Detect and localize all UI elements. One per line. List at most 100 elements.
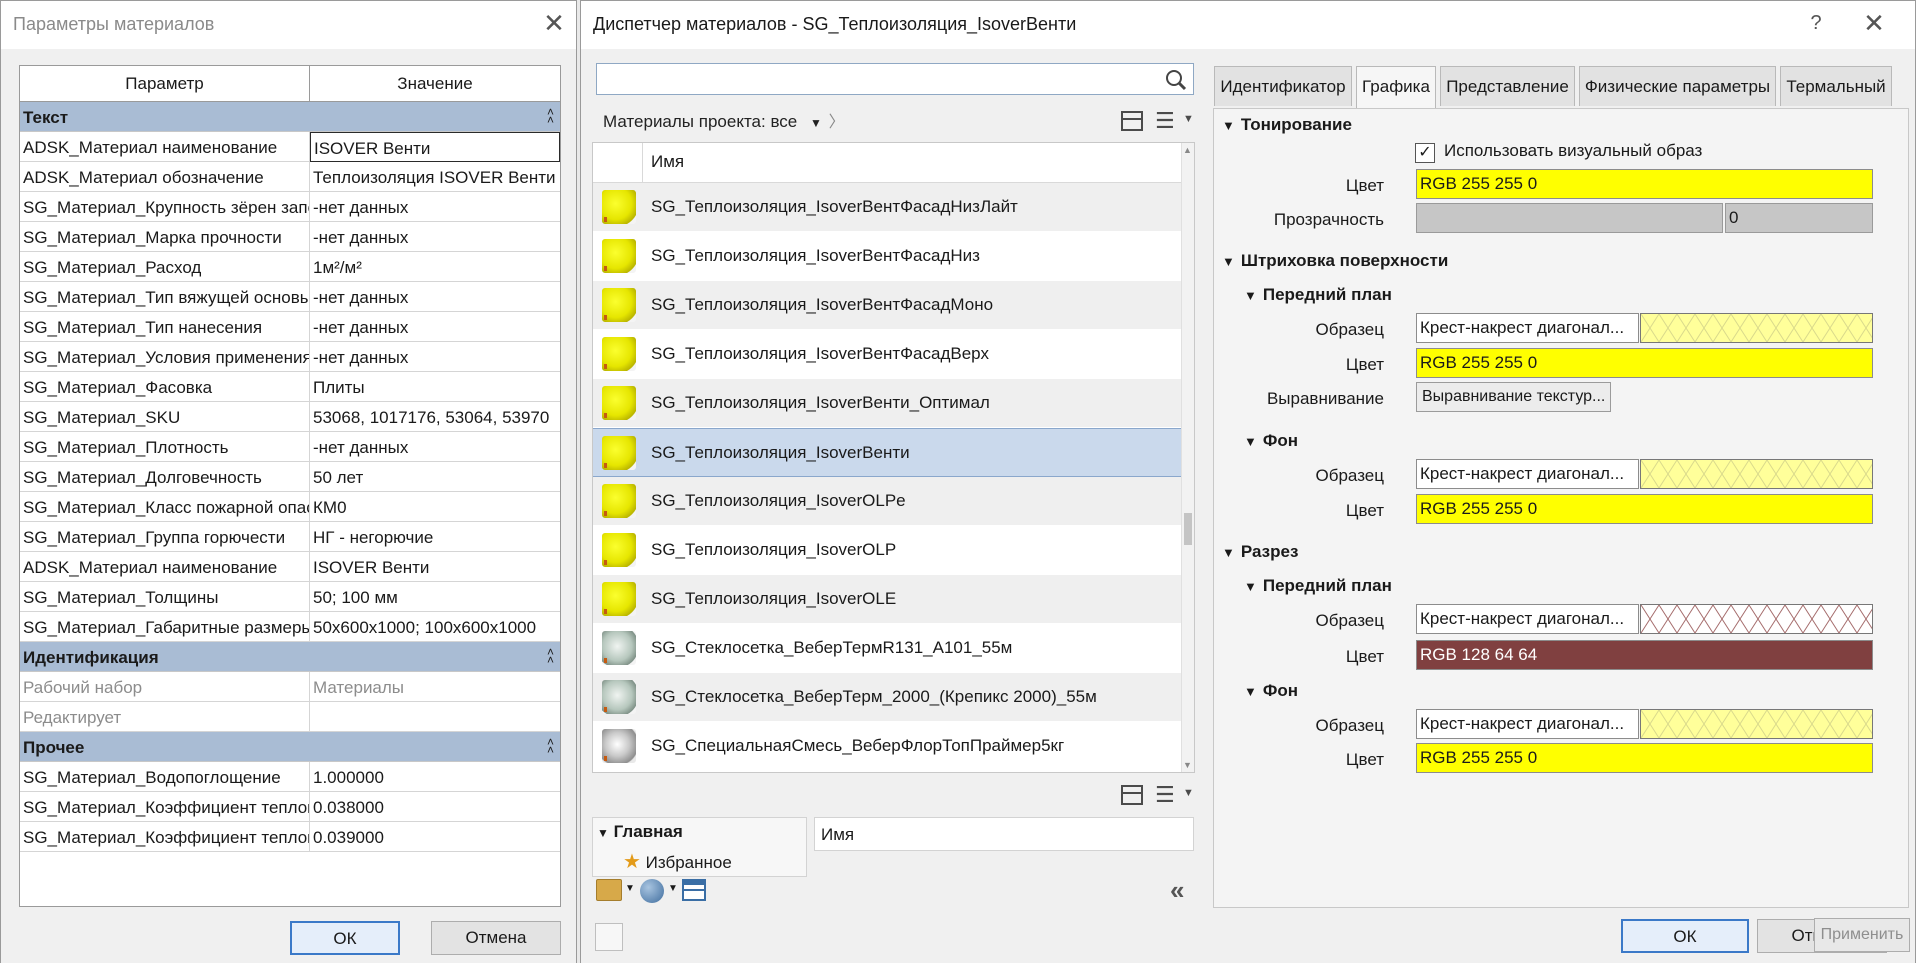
surface-fg-pattern-swatch[interactable] <box>1640 313 1873 343</box>
table-row[interactable]: SG_Материал_Фасовка Плиты <box>20 372 560 402</box>
surface-bg-color-field[interactable]: RGB 255 255 0 <box>1416 494 1873 524</box>
asset-browser-icon[interactable] <box>682 879 706 901</box>
table-row[interactable]: SG_Материал_Долговечность 50 лет <box>20 462 560 492</box>
parameter-value[interactable]: -нет данных <box>310 192 560 222</box>
open-library-icon[interactable] <box>596 879 622 901</box>
list-item[interactable]: SG_Теплоизоляция_IsoverOLPe <box>593 477 1194 526</box>
list-view-options[interactable]: ☰ ▼ <box>1121 109 1201 137</box>
tab-physical[interactable]: Физические параметры <box>1579 66 1776 106</box>
ok-button[interactable]: ОК <box>1621 919 1749 953</box>
use-render-appearance-checkbox[interactable]: ✓ <box>1415 143 1435 163</box>
list-item[interactable]: SG_Стеклосетка_ВеберТерм_2000_(Крепикс 2… <box>593 673 1194 722</box>
subsection-cut-foreground[interactable]: ▼ Передний план <box>1244 576 1392 596</box>
table-row[interactable]: SG_Материал_Толщины 50; 100 мм <box>20 582 560 612</box>
table-row[interactable]: SG_Материал_Класс пожарной опасностиКМ0 <box>20 492 560 522</box>
table-row[interactable]: SG_Материал_Тип нанесения -нет данных <box>20 312 560 342</box>
table-row[interactable]: ADSK_Материал наименование ISOVER Венти <box>20 552 560 582</box>
list-item[interactable]: SG_Теплоизоляция_IsoverВентФасадВерх <box>593 330 1194 379</box>
table-row[interactable]: SG_Материал_SKU 53068, 1017176, 53064, 53… <box>20 402 560 432</box>
project-materials-filter[interactable]: Материалы проекта: все ▼ 〉 <box>593 105 863 139</box>
panel-toggle-icon[interactable] <box>1121 785 1143 805</box>
chevron-down-icon[interactable]: ▼ <box>1183 113 1194 125</box>
list-item[interactable]: SG_Теплоизоляция_IsoverOLE <box>593 575 1194 624</box>
table-row[interactable]: SG_Материал_Группа горючести НГ - негорюч… <box>20 522 560 552</box>
list-view-icon[interactable]: ☰ <box>1155 783 1175 807</box>
table-row[interactable]: SG_Материал_Коэффициент теплопроводности… <box>20 792 560 822</box>
parameter-value[interactable]: -нет данных <box>310 222 560 252</box>
group-header[interactable]: Текст ˄ ˄ <box>20 102 560 132</box>
table-row[interactable]: SG_Материал_Плотность -нет данных <box>20 432 560 462</box>
parameter-value[interactable]: Теплоизоляция ISOVER Венти <box>310 162 560 192</box>
column-header-parameter[interactable]: Параметр <box>20 66 310 102</box>
create-material-icon[interactable] <box>640 879 664 903</box>
list-item[interactable]: SG_Теплоизоляция_IsoverВентФасадНиз <box>593 232 1194 281</box>
parameter-value[interactable]: НГ - негорючие <box>310 522 560 552</box>
table-row[interactable]: SG_Материал_Марка прочности -нет данных <box>20 222 560 252</box>
table-row[interactable]: ADSK_Материал наименование ISOVER Венти <box>20 132 560 162</box>
collapse-icon[interactable]: ▼ <box>1244 288 1257 303</box>
tree-item-favorites[interactable]: ★ Избранное <box>623 849 732 874</box>
column-header-value[interactable]: Значение <box>310 66 560 102</box>
subsection-cut-background[interactable]: ▼ Фон <box>1244 681 1298 701</box>
surface-bg-pattern-field[interactable]: Крест-накрест диагонал... <box>1416 459 1639 489</box>
chevron-down-icon[interactable]: ▼ <box>810 116 822 130</box>
table-row[interactable]: SG_Материал_Крупность зёрен запол -нет да… <box>20 192 560 222</box>
list-header-name[interactable]: Имя <box>651 152 684 172</box>
parameter-value[interactable]: 1м²/м² <box>310 252 560 282</box>
group-header[interactable]: Идентификация ˄ ˄ <box>20 642 560 672</box>
section-shading[interactable]: ▼ Тонирование <box>1222 115 1352 135</box>
parameter-value[interactable]: -нет данных <box>310 342 560 372</box>
list-item[interactable]: SG_Теплоизоляция_IsoverВентФасадНизЛайт <box>593 183 1194 232</box>
parameter-value[interactable]: -нет данных <box>310 432 560 462</box>
tree-item-home[interactable]: ▼ Главная <box>597 822 683 842</box>
tab-thermal[interactable]: Термальный <box>1780 66 1892 106</box>
collapse-group-icon[interactable]: ˄ ˄ <box>547 106 554 126</box>
group-header[interactable]: Прочее ˄ ˄ <box>20 732 560 762</box>
collapse-icon[interactable]: ▼ <box>1222 254 1235 269</box>
list-item[interactable]: SG_Теплоизоляция_IsoverВентФасадМоно <box>593 281 1194 330</box>
table-row[interactable]: ADSK_Материал обозначение Теплоизоляция I… <box>20 162 560 192</box>
section-surface-pattern[interactable]: ▼ Штриховка поверхности <box>1222 251 1448 271</box>
cut-bg-pattern-field[interactable]: Крест-накрест диагонал... <box>1416 709 1639 739</box>
table-row[interactable]: SG_Материал_Условия применения -нет данны… <box>20 342 560 372</box>
section-cut-pattern[interactable]: ▼ Разрез <box>1222 542 1298 562</box>
texture-alignment-button[interactable]: Выравнивание текстур... <box>1416 382 1612 412</box>
table-row[interactable]: SG_Материал_Габаритные размеры 50x600x100… <box>20 612 560 642</box>
list-item[interactable]: SG_Теплоизоляция_IsoverOLP <box>593 526 1194 575</box>
library-view-options[interactable]: ☰ ▼ <box>1121 783 1201 811</box>
tab-appearance[interactable]: Представление <box>1440 66 1575 106</box>
parameter-value[interactable] <box>310 702 560 732</box>
list-item[interactable]: SG_Стеклосетка_ВеберТермR131_A101_55м <box>593 624 1194 673</box>
close-icon[interactable]: ✕ <box>539 9 569 39</box>
close-icon[interactable]: ✕ <box>1859 9 1889 39</box>
parameter-value[interactable]: Плиты <box>310 372 560 402</box>
apply-button[interactable]: Применить <box>1814 918 1910 952</box>
scrollbar-thumb[interactable] <box>1184 513 1192 545</box>
cut-fg-pattern-field[interactable]: Крест-накрест диагонал... <box>1416 604 1639 634</box>
list-item[interactable]: SG_Теплоизоляция_IsoverВенти <box>593 428 1194 477</box>
surface-fg-color-field[interactable]: RGB 255 255 0 <box>1416 348 1873 378</box>
chevron-down-icon[interactable]: ▼ <box>625 883 635 894</box>
table-row[interactable]: SG_Материал_Тип вяжущей основы -нет данны… <box>20 282 560 312</box>
help-button[interactable]: ? <box>1801 9 1831 39</box>
table-row[interactable]: SG_Материал_Водопоглощение 1.000000 <box>20 762 560 792</box>
surface-bg-pattern-swatch[interactable] <box>1640 459 1873 489</box>
parameter-value[interactable]: -нет данных <box>310 282 560 312</box>
tab-identity[interactable]: Идентификатор <box>1214 66 1352 106</box>
subsection-surface-background[interactable]: ▼ Фон <box>1244 431 1298 451</box>
expand-icon[interactable]: ▼ <box>597 826 609 840</box>
parameter-value[interactable]: Материалы <box>310 672 560 702</box>
collapse-icon[interactable]: ▼ <box>1222 118 1235 133</box>
transparency-value[interactable]: 0 <box>1725 203 1873 233</box>
list-item[interactable]: SG_Теплоизоляция_IsoverВенти_Оптимал <box>593 379 1194 428</box>
surface-fg-pattern-field[interactable]: Крест-накрест диагонал... <box>1416 313 1639 343</box>
parameter-value[interactable]: 1.000000 <box>310 762 560 792</box>
table-row[interactable]: SG_Материал_Расход 1м²/м² <box>20 252 560 282</box>
parameter-value[interactable]: 50; 100 мм <box>310 582 560 612</box>
collapse-icon[interactable]: ▼ <box>1244 684 1257 699</box>
cut-fg-color-field[interactable]: RGB 128 64 64 <box>1416 640 1873 670</box>
search-icon[interactable] <box>1165 69 1187 91</box>
table-row[interactable]: SG_Материал_Коэффициент теплопроводности… <box>20 822 560 852</box>
collapse-group-icon[interactable]: ˄ ˄ <box>547 736 554 756</box>
library-name-header[interactable]: Имя <box>814 817 1194 851</box>
